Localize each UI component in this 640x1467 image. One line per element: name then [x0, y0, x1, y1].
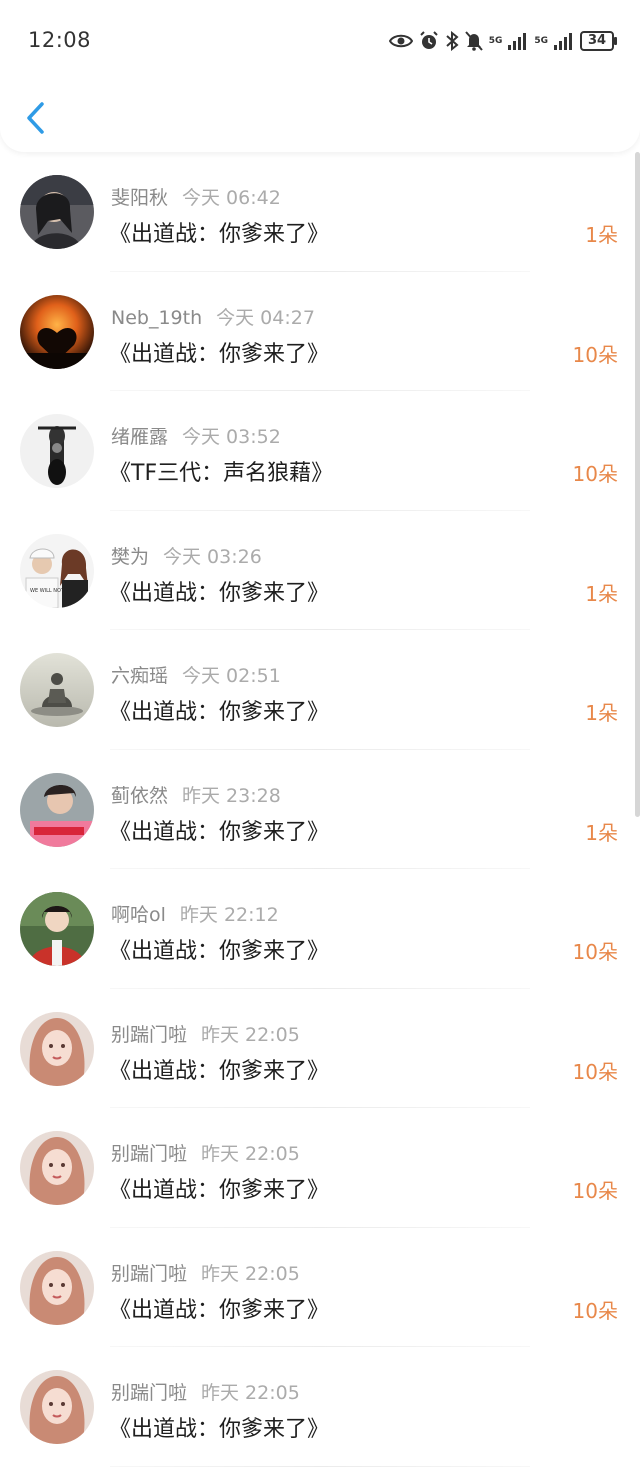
user-name-text[interactable]: 蓟依然 — [111, 785, 168, 807]
bluetooth-icon — [446, 31, 459, 51]
header: 12:08 5G 5G 34 — [0, 0, 640, 152]
avatar[interactable] — [20, 892, 94, 966]
gift-amount: 10朵 — [572, 940, 618, 964]
book-title[interactable]: 《出道战：你爹来了》 — [109, 814, 329, 846]
status-time: 12:08 — [28, 28, 92, 52]
book-title[interactable]: 《出道战：你爹来了》 — [109, 575, 329, 607]
mute-bell-icon — [464, 31, 483, 51]
user-name-text[interactable]: 别踹门啦 — [111, 1143, 187, 1165]
user-name[interactable]: 别踹门啦 昨天 22:05 — [111, 1378, 300, 1405]
user-name[interactable]: Neb_19th 今天 04:27 — [111, 303, 315, 330]
user-name[interactable]: 樊为 今天 03:26 — [111, 542, 262, 569]
list-item[interactable]: 别踹门啦 昨天 22:05 《出道战：你爹来了》 10朵 — [0, 1228, 640, 1347]
book-title[interactable]: 《出道战：你爹来了》 — [109, 336, 329, 368]
avatar[interactable] — [20, 772, 94, 847]
avatar[interactable] — [20, 1131, 94, 1205]
user-name[interactable]: 蓟依然 昨天 23:28 — [111, 781, 281, 808]
signal-icon — [508, 33, 527, 50]
network-label-2: 5G — [534, 36, 548, 46]
svg-text:WE WILL NOT: WE WILL NOT — [30, 588, 65, 594]
list-item[interactable]: WE WILL NOT 樊为 今天 03:26 《出道战：你爹来了》 1朵 — [0, 511, 640, 630]
user-name-text[interactable]: 六痴瑶 — [111, 665, 168, 687]
user-name-text[interactable]: 别踹门啦 — [111, 1024, 187, 1046]
gift-amount: 10朵 — [572, 1298, 618, 1323]
user-name-text[interactable]: 别踹门啦 — [111, 1382, 187, 1404]
status-icons: 5G 5G 34 — [388, 28, 617, 54]
list-item[interactable]: 别踹门啦 昨天 22:05 《出道战：你爹来了》 10朵 — [0, 989, 640, 1108]
user-name[interactable]: 啊哈ol 昨天 22:12 — [111, 900, 279, 927]
timestamp: 今天 04:27 — [216, 306, 315, 329]
back-button[interactable] — [18, 96, 54, 140]
avatar[interactable]: WE WILL NOT — [20, 533, 94, 608]
list-item[interactable]: 啊哈ol 昨天 22:12 《出道战：你爹来了》 10朵 — [0, 869, 640, 989]
book-title[interactable]: 《出道战：你爹来了》 — [109, 1411, 329, 1443]
avatar[interactable] — [20, 175, 94, 249]
gift-amount: 10朵 — [572, 342, 618, 367]
list-item[interactable]: 别踹门啦 昨天 22:05 《出道战：你爹来了》 — [0, 1347, 640, 1467]
user-name-text[interactable]: 斐阳秋 — [111, 187, 168, 209]
gift-amount: 1朵 — [585, 223, 618, 247]
timestamp: 昨天 23:28 — [182, 784, 281, 807]
user-name[interactable]: 别踹门啦 昨天 22:05 — [111, 1020, 300, 1047]
book-title[interactable]: 《出道战：你爹来了》 — [109, 1053, 329, 1085]
user-name[interactable]: 六痴瑶 今天 02:51 — [111, 661, 281, 688]
timestamp: 昨天 22:05 — [201, 1143, 300, 1165]
timestamp: 昨天 22:12 — [179, 904, 279, 926]
avatar[interactable] — [20, 1250, 94, 1325]
user-name-text[interactable]: 别踹门啦 — [111, 1263, 187, 1285]
gift-amount: 10朵 — [572, 1059, 618, 1084]
timestamp: 昨天 22:05 — [201, 1023, 300, 1046]
list-item[interactable]: 六痴瑶 今天 02:51 《出道战：你爹来了》 1朵 — [0, 630, 640, 750]
book-title[interactable]: 《出道战：你爹来了》 — [109, 1292, 329, 1324]
chevron-left-icon — [27, 102, 44, 134]
divider — [110, 1465, 530, 1467]
user-name-text[interactable]: 绪雁露 — [111, 426, 168, 448]
list-item[interactable]: 蓟依然 昨天 23:28 《出道战：你爹来了》 1朵 — [0, 750, 640, 869]
avatar[interactable] — [20, 414, 94, 488]
list-item[interactable]: 别踹门啦 昨天 22:05 《出道战：你爹来了》 10朵 — [0, 1108, 640, 1228]
timestamp: 今天 02:51 — [182, 665, 281, 687]
scrollbar[interactable] — [635, 152, 640, 817]
gift-amount: 1朵 — [585, 581, 618, 606]
book-title[interactable]: 《出道战：你爹来了》 — [109, 933, 329, 965]
timestamp: 今天 03:52 — [182, 426, 281, 448]
gift-record-list: 斐阳秋 今天 06:42 《出道战：你爹来了》 1朵 Neb_19th 今天 04:27 《… — [0, 152, 640, 1467]
timestamp: 今天 03:26 — [163, 545, 262, 568]
list-item[interactable]: 斐阳秋 今天 06:42 《出道战：你爹来了》 1朵 — [0, 152, 640, 272]
gift-amount: 10朵 — [572, 1179, 618, 1203]
list-item[interactable]: 绪雁露 今天 03:52 《TF三代：声名狼藉》 10朵 — [0, 391, 640, 511]
gift-amount: 10朵 — [572, 462, 618, 486]
battery-indicator: 34 — [580, 31, 617, 51]
user-name-text[interactable]: 樊为 — [111, 546, 149, 568]
list-item[interactable]: Neb_19th 今天 04:27 《出道战：你爹来了》 10朵 — [0, 272, 640, 391]
user-name[interactable]: 斐阳秋 今天 06:42 — [111, 183, 281, 210]
gift-amount: 1朵 — [585, 701, 618, 725]
network-label-1: 5G — [488, 36, 503, 46]
book-title[interactable]: 《出道战：你爹来了》 — [109, 1172, 329, 1204]
signal-icon-2 — [554, 33, 572, 50]
user-name-text[interactable]: Neb_19th — [111, 307, 202, 329]
timestamp: 昨天 22:05 — [201, 1382, 300, 1404]
gift-amount: 1朵 — [585, 820, 618, 845]
eye-icon — [388, 34, 413, 48]
alarm-icon — [419, 31, 438, 49]
user-name-text[interactable]: 啊哈ol — [111, 904, 166, 926]
book-title[interactable]: 《出道战：你爹来了》 — [109, 694, 329, 726]
avatar[interactable] — [20, 1370, 94, 1444]
avatar[interactable] — [20, 653, 94, 727]
user-name[interactable]: 别踹门啦 昨天 22:05 — [111, 1259, 300, 1286]
book-title[interactable]: 《TF三代：声名狼藉》 — [109, 455, 333, 487]
user-name[interactable]: 别踹门啦 昨天 22:05 — [111, 1139, 300, 1166]
avatar[interactable] — [20, 294, 94, 369]
user-name[interactable]: 绪雁露 今天 03:52 — [111, 422, 281, 449]
avatar[interactable] — [20, 1011, 94, 1086]
status-bar: 12:08 5G 5G 34 — [0, 0, 640, 82]
timestamp: 昨天 22:05 — [201, 1262, 300, 1285]
timestamp: 今天 06:42 — [182, 187, 281, 209]
book-title[interactable]: 《出道战：你爹来了》 — [109, 216, 329, 248]
